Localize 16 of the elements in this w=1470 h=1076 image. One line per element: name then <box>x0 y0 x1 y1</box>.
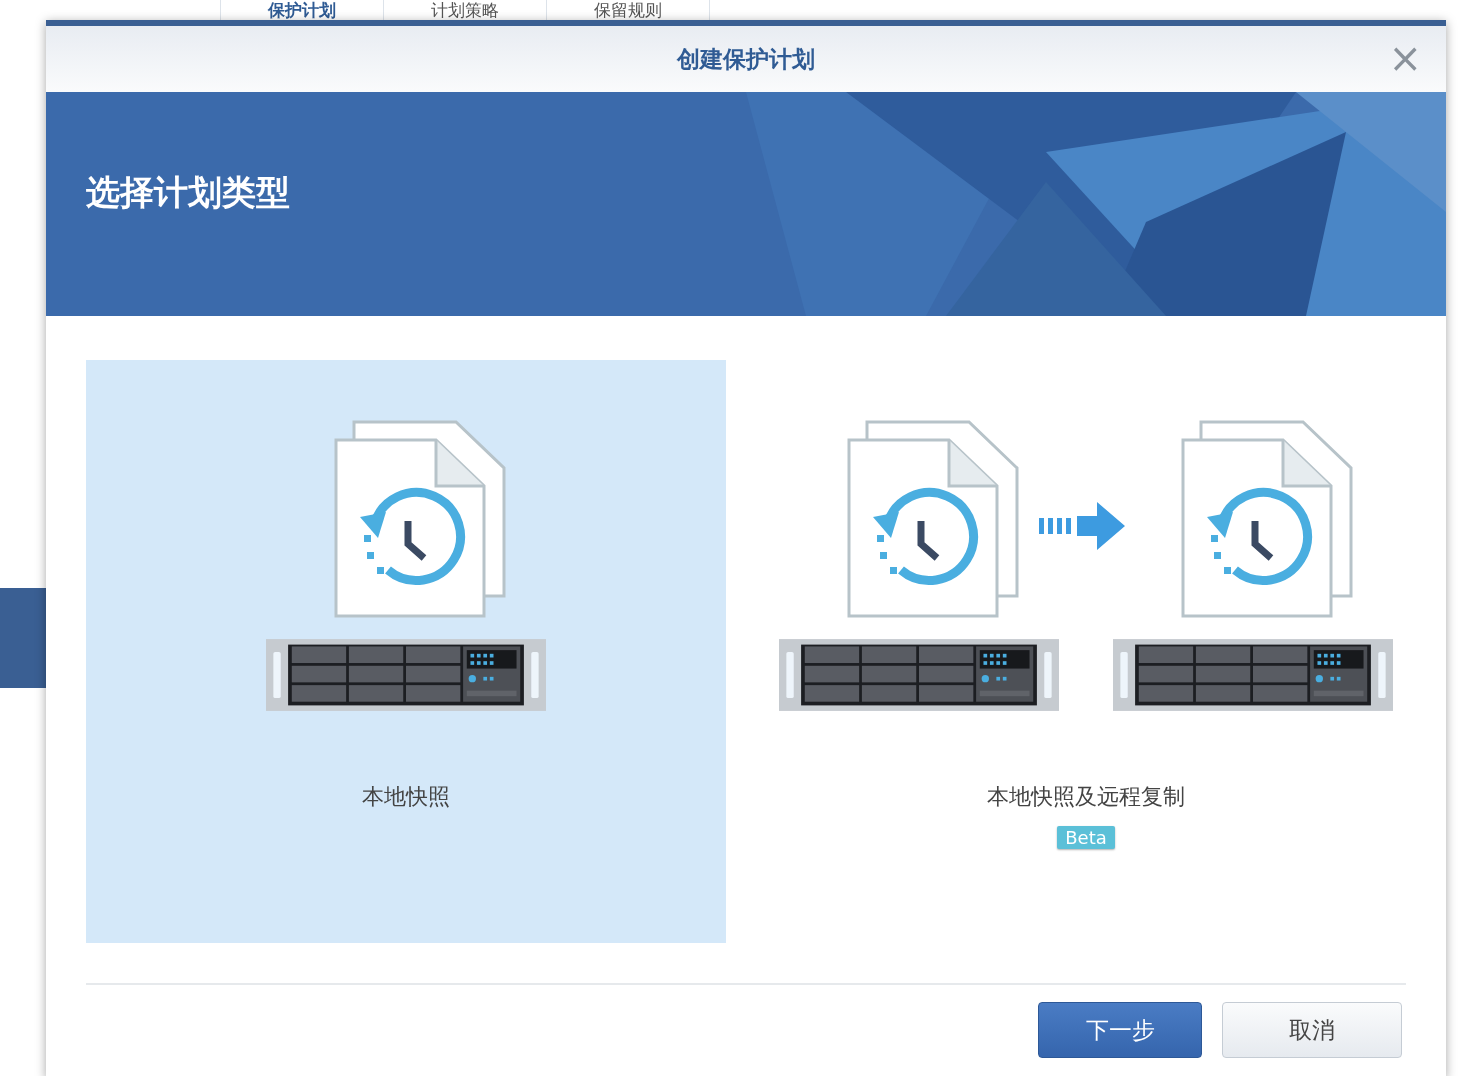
option-label: 本地快照 <box>362 783 450 811</box>
option-label: 本地快照及远程复制 <box>987 783 1185 811</box>
arrow-icon <box>1039 502 1125 550</box>
next-button[interactable]: 下一步 <box>1038 1002 1202 1058</box>
server-rack-icon <box>266 636 546 714</box>
beta-badge: Beta <box>1057 826 1115 849</box>
plan-type-option[interactable]: 本地快照及远程复制 Beta <box>766 360 1406 943</box>
snapshot-document-icon <box>334 420 506 618</box>
snapshot-document-icon <box>847 420 1019 618</box>
plan-type-option[interactable]: 本地快照 <box>86 360 726 943</box>
snapshot-document-icon <box>1181 420 1353 618</box>
server-rack-icon <box>779 636 1059 714</box>
cancel-button[interactable]: 取消 <box>1222 1002 1402 1058</box>
server-rack-icon <box>1113 636 1393 714</box>
dialog-title: 创建保护计划 <box>677 44 815 74</box>
banner-heading: 选择计划类型 <box>86 171 290 214</box>
